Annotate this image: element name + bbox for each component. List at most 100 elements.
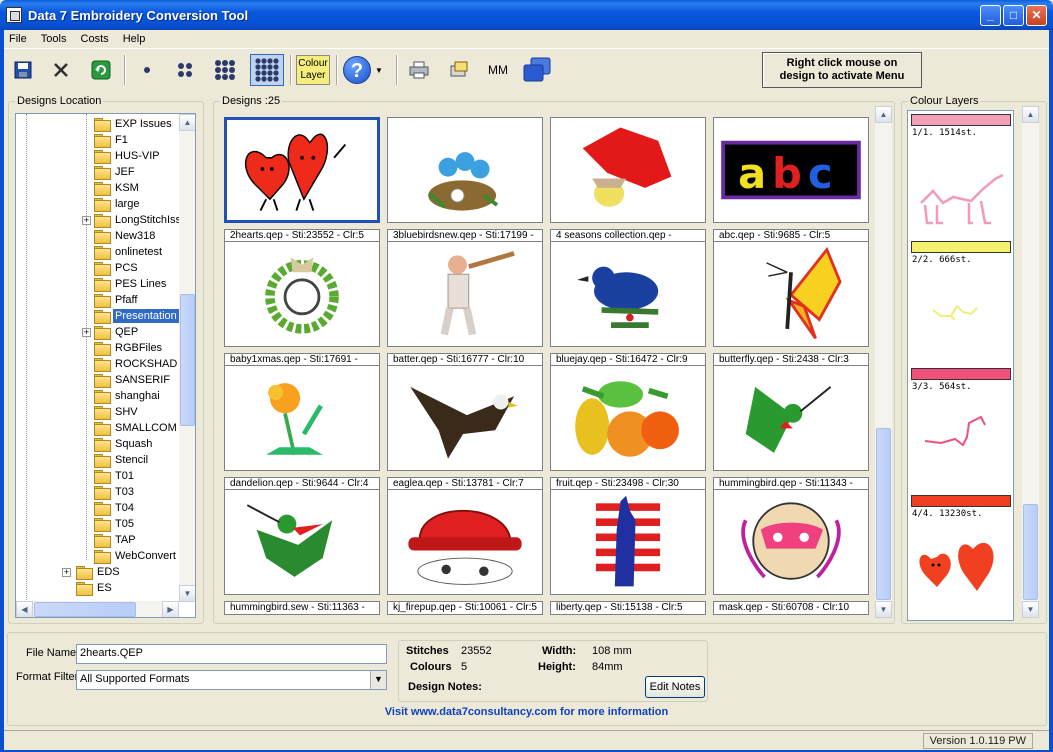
view-1-button[interactable] bbox=[130, 54, 164, 86]
view-16-button[interactable] bbox=[250, 54, 284, 86]
tree-folder-item[interactable]: shanghai bbox=[94, 388, 162, 404]
tree-folder-item[interactable]: PES Lines bbox=[94, 276, 168, 292]
colour-layers-panel[interactable]: 1/1. 1514st. 2/2. 666st. 3/3. 564st. 4/4… bbox=[907, 110, 1014, 621]
scroll-left-icon[interactable]: ◀ bbox=[16, 601, 33, 617]
format-filter-select[interactable]: All Supported Formats ▼ bbox=[76, 670, 387, 690]
tree-vertical-scrollbar[interactable]: ▲ ▼ bbox=[179, 114, 195, 602]
tree-folder-item[interactable]: Presentation bbox=[94, 308, 179, 324]
hearts-design-icon bbox=[244, 133, 347, 211]
tree-folder-item[interactable]: RGBFiles bbox=[94, 340, 164, 356]
tree-folder-item[interactable]: T04 bbox=[94, 500, 136, 516]
tree-folder-item[interactable]: Squash bbox=[94, 436, 154, 452]
tree-folder-item[interactable]: WebConvert bbox=[94, 548, 178, 564]
design-thumbnail[interactable] bbox=[550, 117, 706, 223]
design-thumbnail[interactable] bbox=[224, 117, 380, 223]
scroll-up-icon[interactable]: ▲ bbox=[1022, 106, 1039, 123]
tree-folder-item[interactable]: Stencil bbox=[94, 452, 150, 468]
tree-hscroll-thumb[interactable] bbox=[34, 602, 136, 617]
tree-folder-item[interactable]: EXP Issues bbox=[94, 116, 174, 132]
design-thumbnail[interactable] bbox=[224, 365, 380, 471]
tree-folder-item[interactable]: T01 bbox=[94, 468, 136, 484]
tree-folder-item[interactable]: T03 bbox=[94, 484, 136, 500]
layer-2-swatch[interactable] bbox=[911, 241, 1011, 253]
menu-help[interactable]: Help bbox=[118, 30, 152, 45]
layer-3-swatch[interactable] bbox=[911, 368, 1011, 380]
layers-vertical-scrollbar[interactable]: ▲ ▼ bbox=[1022, 106, 1039, 618]
export-button[interactable] bbox=[442, 54, 476, 86]
scroll-down-icon[interactable]: ▼ bbox=[1022, 601, 1039, 618]
scroll-down-icon[interactable]: ▼ bbox=[179, 585, 195, 602]
tree-folder-item[interactable]: onlinetest bbox=[94, 244, 164, 260]
tree-folder-label: EDS bbox=[97, 566, 120, 578]
website-link[interactable]: Visit www.data7consultancy.com for more … bbox=[0, 706, 1053, 718]
tree-scroll-thumb[interactable] bbox=[180, 294, 195, 426]
design-thumbnail[interactable] bbox=[224, 489, 380, 595]
help-button[interactable]: ? ▼ bbox=[342, 54, 384, 86]
tree-folder-item[interactable]: Pfaff bbox=[94, 292, 139, 308]
tree-folder-label: Stencil bbox=[115, 454, 149, 466]
design-thumbnail[interactable] bbox=[550, 489, 706, 595]
design-thumbnail[interactable] bbox=[387, 241, 543, 347]
tree-folder-item[interactable]: HUS-VIP bbox=[94, 148, 162, 164]
tree-folder-item[interactable]: KSM bbox=[94, 180, 141, 196]
design-thumbnail[interactable] bbox=[550, 241, 706, 347]
expand-icon[interactable]: + bbox=[82, 328, 91, 337]
tree-folder-item[interactable]: SANSERIF bbox=[94, 372, 172, 388]
design-thumbnail[interactable] bbox=[713, 489, 869, 595]
scroll-up-icon[interactable]: ▲ bbox=[179, 114, 195, 131]
expand-icon[interactable]: + bbox=[62, 568, 71, 577]
units-mm-button[interactable]: MM bbox=[488, 63, 508, 77]
tree-folder-item[interactable]: ES bbox=[76, 580, 114, 596]
layer-1-swatch[interactable] bbox=[911, 114, 1011, 126]
tree-folder-label: Squash bbox=[115, 438, 153, 450]
tree-folder-item[interactable]: F1 bbox=[94, 132, 130, 148]
view-4-button[interactable] bbox=[168, 54, 202, 86]
tree-horizontal-scrollbar[interactable]: ◀ ▶ bbox=[16, 601, 179, 617]
file-name-field[interactable]: 2hearts.QEP bbox=[76, 644, 387, 664]
tree-folder-item[interactable]: TAP bbox=[94, 532, 138, 548]
menu-tools[interactable]: Tools bbox=[36, 30, 73, 45]
edit-notes-button[interactable]: Edit Notes bbox=[645, 676, 705, 698]
design-thumbnail[interactable] bbox=[387, 117, 543, 223]
refresh-button[interactable] bbox=[84, 54, 118, 86]
scroll-down-icon[interactable]: ▼ bbox=[875, 601, 892, 618]
layers-scroll-thumb[interactable] bbox=[1023, 504, 1038, 600]
maximize-button[interactable]: □ bbox=[1003, 5, 1024, 26]
design-thumbnail[interactable]: abc bbox=[713, 117, 869, 223]
menu-costs[interactable]: Costs bbox=[76, 30, 115, 45]
windows-button[interactable] bbox=[520, 54, 554, 86]
design-thumbnail[interactable] bbox=[224, 241, 380, 347]
tree-folder-item[interactable]: QEP bbox=[94, 324, 140, 340]
tree-folder-item[interactable]: SMALLCOM bbox=[94, 420, 179, 436]
tree-folder-item[interactable]: T05 bbox=[94, 516, 136, 532]
tree-folder-item[interactable]: LongStitchIssu bbox=[94, 212, 189, 228]
menu-file[interactable]: File bbox=[4, 30, 33, 45]
tree-folder-item[interactable]: EDS bbox=[76, 564, 122, 580]
folder-tree[interactable]: EXP Issues F1 HUS-VIP JEF KSM large LongStitch… bbox=[15, 113, 196, 618]
scroll-right-icon[interactable]: ▶ bbox=[162, 601, 179, 617]
design-thumbnail[interactable] bbox=[387, 489, 543, 595]
tree-folder-item[interactable]: SHV bbox=[94, 404, 140, 420]
design-thumbnail[interactable] bbox=[713, 241, 869, 347]
layer-4-swatch[interactable] bbox=[911, 495, 1011, 507]
save-button[interactable] bbox=[6, 54, 40, 86]
tree-folder-item[interactable]: ROCKSHAD bbox=[94, 356, 179, 372]
chevron-down-icon[interactable]: ▼ bbox=[370, 671, 386, 689]
minimize-button[interactable]: _ bbox=[980, 5, 1001, 26]
tree-folder-item[interactable]: JEF bbox=[94, 164, 137, 180]
tree-folder-item[interactable]: New318 bbox=[94, 228, 157, 244]
design-thumbnail[interactable] bbox=[713, 365, 869, 471]
designs-vertical-scrollbar[interactable]: ▲ ▼ bbox=[875, 106, 892, 618]
print-button[interactable] bbox=[402, 54, 436, 86]
tree-folder-item[interactable]: PCS bbox=[94, 260, 140, 276]
design-thumbnail[interactable] bbox=[387, 365, 543, 471]
view-9-button[interactable] bbox=[208, 54, 242, 86]
cancel-button[interactable] bbox=[44, 54, 78, 86]
designs-scroll-thumb[interactable] bbox=[876, 428, 891, 600]
close-button[interactable]: ✕ bbox=[1026, 5, 1047, 26]
colour-layer-button[interactable]: Colour Layer bbox=[296, 55, 330, 85]
scroll-up-icon[interactable]: ▲ bbox=[875, 106, 892, 123]
design-thumbnail[interactable] bbox=[550, 365, 706, 471]
tree-folder-item[interactable]: large bbox=[94, 196, 141, 212]
expand-icon[interactable]: + bbox=[82, 216, 91, 225]
